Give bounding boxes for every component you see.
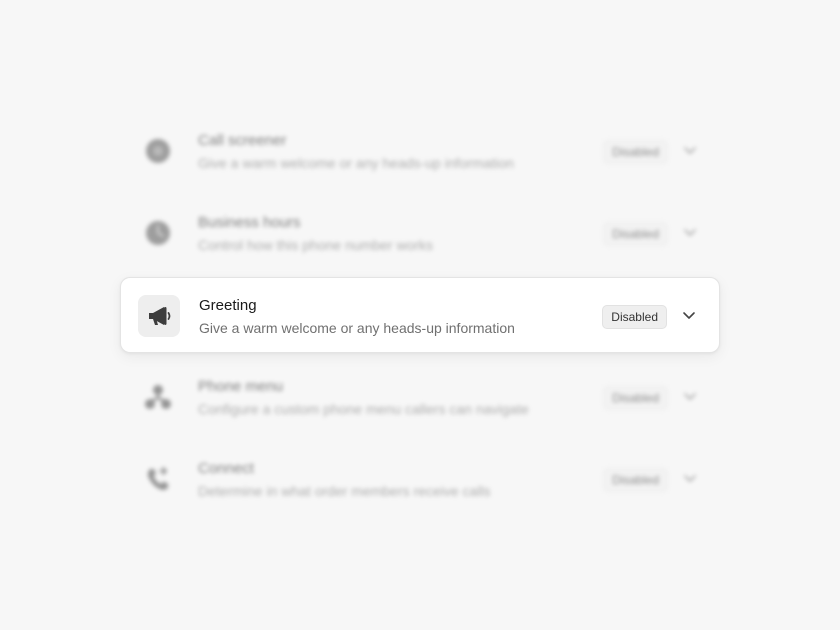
setting-title: Call screener bbox=[198, 132, 287, 149]
setting-title: Greeting bbox=[199, 297, 257, 314]
setting-subtitle: Determine in what order members receive … bbox=[198, 483, 491, 499]
status-badge: Disabled bbox=[602, 305, 667, 329]
call-screener-icon bbox=[137, 130, 179, 172]
clock-icon bbox=[137, 212, 179, 254]
setting-title: Phone menu bbox=[198, 378, 284, 395]
settings-list: Call screener Give a warm welcome or any… bbox=[0, 0, 840, 630]
status-badge: Disabled bbox=[603, 222, 668, 246]
setting-row-connect[interactable]: Connect Determine in what order members … bbox=[120, 441, 720, 517]
phone-connect-icon bbox=[137, 458, 179, 500]
chevron-down-icon[interactable] bbox=[681, 307, 697, 323]
chevron-down-icon[interactable] bbox=[682, 224, 698, 240]
setting-row-business-hours[interactable]: Business hours Control how this phone nu… bbox=[120, 195, 720, 271]
setting-row-greeting[interactable]: Greeting Give a warm welcome or any head… bbox=[120, 277, 720, 353]
phone-menu-icon bbox=[137, 376, 179, 418]
setting-subtitle: Configure a custom phone menu callers ca… bbox=[198, 401, 529, 417]
chevron-down-icon[interactable] bbox=[682, 142, 698, 158]
setting-row-phone-menu[interactable]: Phone menu Configure a custom phone menu… bbox=[120, 359, 720, 435]
setting-subtitle: Control how this phone number works bbox=[198, 237, 434, 253]
setting-title: Business hours bbox=[198, 214, 301, 231]
status-badge: Disabled bbox=[603, 468, 668, 492]
megaphone-icon bbox=[138, 295, 180, 337]
setting-title: Connect bbox=[198, 460, 254, 477]
status-badge: Disabled bbox=[603, 140, 668, 164]
chevron-down-icon[interactable] bbox=[682, 470, 698, 486]
setting-row-call-screener[interactable]: Call screener Give a warm welcome or any… bbox=[120, 113, 720, 189]
status-badge: Disabled bbox=[603, 386, 668, 410]
setting-subtitle: Give a warm welcome or any heads-up info… bbox=[199, 320, 515, 336]
chevron-down-icon[interactable] bbox=[682, 388, 698, 404]
setting-subtitle: Give a warm welcome or any heads-up info… bbox=[198, 155, 514, 171]
